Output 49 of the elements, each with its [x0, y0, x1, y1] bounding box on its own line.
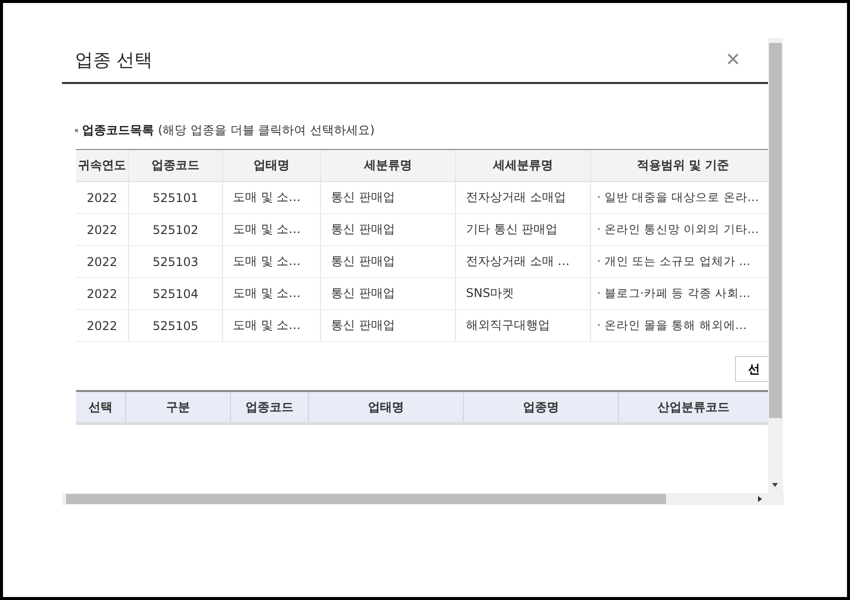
- column-header: 업태명: [223, 150, 321, 181]
- table-cell: 2022: [76, 182, 129, 213]
- table-cell: 525103: [129, 246, 223, 277]
- column-header: 선택: [76, 392, 126, 422]
- table-cell-text: · 블로그·카페 등 각종 사회…: [596, 285, 752, 302]
- table-cell: 525101: [129, 182, 223, 213]
- column-header: 귀속연도: [76, 150, 129, 181]
- column-header: 업종코드: [231, 392, 309, 422]
- table-cell: 해외직구대행업: [456, 310, 591, 341]
- bullet-icon: [75, 129, 78, 132]
- table-cell: 525102: [129, 214, 223, 245]
- table-cell: 통신 판매업: [321, 214, 456, 245]
- table-cell: 2022: [76, 246, 129, 277]
- table-cell: 도매 및 소…: [223, 310, 321, 341]
- table-cell: 전자상거래 소매업: [456, 182, 591, 213]
- table-cell: 525105: [129, 310, 223, 341]
- table-cell: 도매 및 소…: [223, 214, 321, 245]
- dialog-title: 업종 선택: [74, 49, 153, 72]
- horizontal-scrollbar[interactable]: [62, 493, 784, 505]
- table-cell: 2022: [76, 214, 129, 245]
- column-header: 적용범위 및 기준: [636, 157, 730, 174]
- select-button[interactable]: 선: [735, 356, 768, 382]
- table-cell: 통신 판매업: [321, 246, 456, 277]
- table-cell: 통신 판매업: [321, 182, 456, 213]
- table-cell: 통신 판매업: [321, 310, 456, 341]
- vertical-scrollbar[interactable]: [768, 38, 783, 493]
- section-label: 업종코드목록: [82, 122, 154, 139]
- table-cell: 도매 및 소…: [223, 182, 321, 213]
- table-cell: 2022: [76, 278, 129, 309]
- table-cell: 통신 판매업: [321, 278, 456, 309]
- column-header: 업종코드: [129, 150, 223, 181]
- table-cell: 2022: [76, 310, 129, 341]
- column-header: 세분류명: [321, 150, 456, 181]
- table-cell: 도매 및 소…: [223, 278, 321, 309]
- table-cell: 도매 및 소…: [223, 246, 321, 277]
- column-header: 구분: [126, 392, 231, 422]
- table-cell: SNS마켓: [456, 278, 591, 309]
- table-cell-text: · 온라인 통신망 이외의 기타…: [596, 221, 760, 238]
- table-cell: 525104: [129, 278, 223, 309]
- table-cell: 기타 통신 판매업: [456, 214, 591, 245]
- table-cell-text: · 일반 대중을 대상으로 온라…: [596, 189, 760, 206]
- column-header: 업종명: [464, 392, 619, 422]
- column-header: 세세분류명: [456, 150, 591, 181]
- section-hint: (해당 업종을 더블 클릭하여 선택하세요): [158, 122, 375, 139]
- table-cell: 전자상거래 소매 …: [456, 246, 591, 277]
- close-button[interactable]: ×: [722, 48, 744, 72]
- table-cell-text: · 온라인 몰을 통해 해외에…: [596, 317, 748, 334]
- table-cell-text: · 개인 또는 소규모 업체가 …: [596, 253, 752, 270]
- column-header: 업태명: [309, 392, 464, 422]
